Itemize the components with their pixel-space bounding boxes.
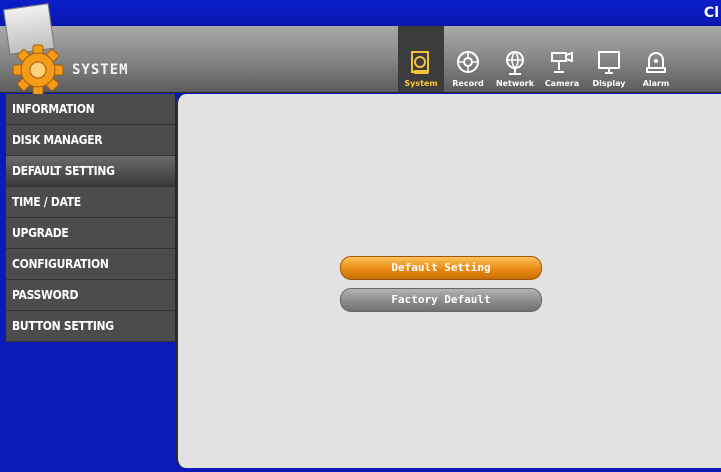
alarm-icon	[646, 52, 666, 73]
sidebar-item-default-setting[interactable]: DEFAULT SETTING	[6, 156, 175, 187]
network-icon	[506, 51, 524, 75]
nav-label-network: Network	[495, 79, 535, 88]
nav-system[interactable]: System	[398, 26, 444, 92]
nav-label-display: Display	[592, 79, 626, 88]
sidebar-item-disk-manager[interactable]: DISK MANAGER	[6, 125, 175, 156]
sidebar-item-button-setting[interactable]: BUTTON SETTING	[6, 311, 175, 342]
default-setting-button[interactable]: Default Setting	[340, 256, 542, 280]
factory-default-button[interactable]: Factory Default	[340, 288, 542, 312]
nav-alarm[interactable]: Alarm	[633, 26, 679, 92]
top-nav: System Record Network Camera Display Ala…	[398, 26, 680, 92]
nav-label-alarm: Alarm	[642, 79, 670, 88]
display-icon	[598, 51, 620, 74]
nav-label-camera: Camera	[544, 79, 580, 88]
sidebar-item-upgrade[interactable]: UPGRADE	[6, 218, 175, 249]
record-icon	[457, 51, 479, 73]
sidebar-item-password[interactable]: PASSWORD	[6, 280, 175, 311]
nav-label-record: Record	[452, 79, 484, 88]
nav-camera[interactable]: Camera	[539, 26, 585, 92]
content-panel: Default Setting Factory Default	[176, 94, 721, 468]
page-title: SYSTEM	[72, 62, 129, 78]
header-bar: SYSTEM System Record Network Camera Disp…	[0, 3, 721, 96]
system-icon	[411, 51, 429, 74]
nav-record[interactable]: Record	[445, 26, 491, 92]
nav-label-system: System	[404, 79, 438, 88]
gear-icon	[12, 44, 64, 96]
camera-icon	[551, 51, 573, 73]
sidebar-item-configuration[interactable]: CONFIGURATION	[6, 249, 175, 280]
sidebar-menu: INFORMATION DISK MANAGER DEFAULT SETTING…	[6, 94, 175, 342]
sidebar-item-information[interactable]: INFORMATION	[6, 94, 175, 125]
close-label[interactable]: Cl	[704, 5, 719, 21]
nav-display[interactable]: Display	[586, 26, 632, 92]
nav-network[interactable]: Network	[492, 26, 538, 92]
sidebar-item-time-date[interactable]: TIME / DATE	[6, 187, 175, 218]
